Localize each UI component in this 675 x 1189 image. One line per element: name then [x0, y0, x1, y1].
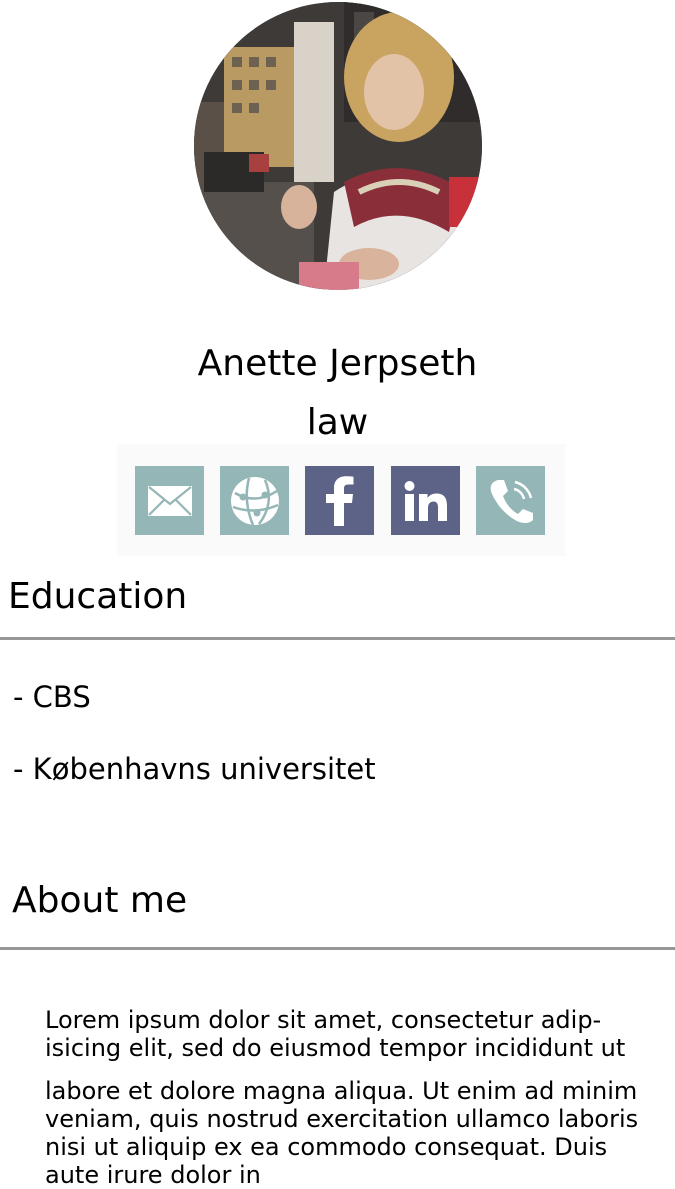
social-links-bar	[117, 444, 565, 556]
phone-button[interactable]	[476, 466, 545, 535]
website-button[interactable]	[220, 466, 289, 535]
envelope-icon	[147, 485, 192, 516]
phone-icon	[490, 479, 533, 523]
linkedin-button[interactable]	[391, 466, 460, 535]
education-heading: Education	[8, 576, 188, 617]
about-heading: About me	[12, 880, 188, 921]
education-item: - CBS	[13, 680, 91, 714]
about-divider	[0, 947, 675, 950]
education-divider	[0, 637, 675, 640]
profile-photo	[194, 2, 482, 290]
facebook-icon	[325, 475, 353, 526]
globe-icon	[230, 476, 279, 525]
about-paragraph: labore et dolore magna aliqua. Ut enim a…	[45, 1077, 639, 1189]
facebook-button[interactable]	[305, 466, 374, 535]
profile-role: law	[306, 402, 369, 443]
profile-name: Anette Jerpseth	[197, 343, 478, 384]
email-button[interactable]	[135, 466, 204, 535]
about-paragraph: Lorem ipsum dolor sit amet, consectetur …	[45, 1006, 626, 1062]
education-item: - Københavns universitet	[13, 752, 376, 786]
linkedin-icon	[404, 480, 447, 521]
